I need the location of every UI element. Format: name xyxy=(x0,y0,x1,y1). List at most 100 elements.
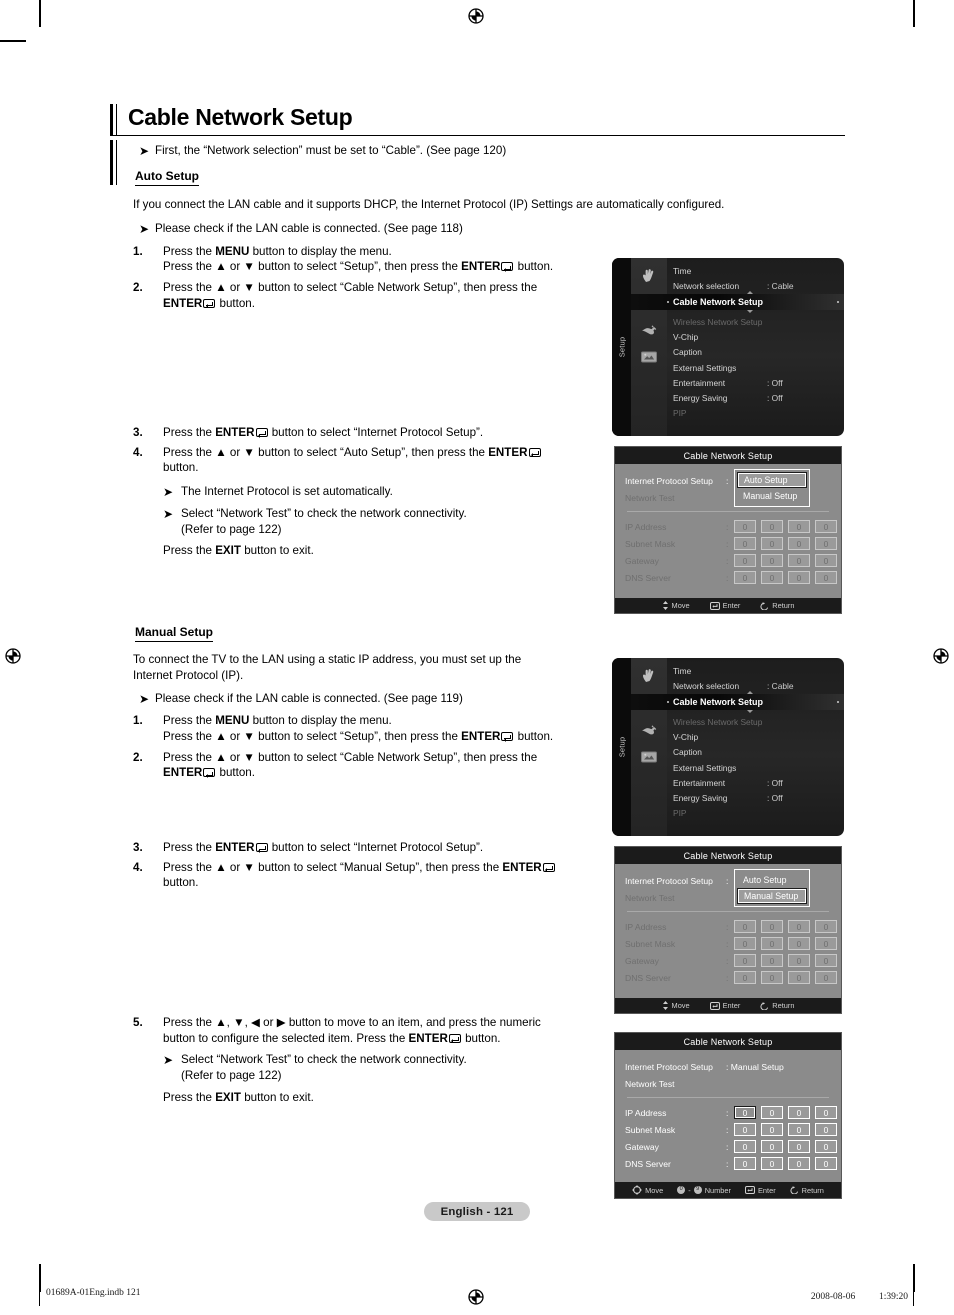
octet-input[interactable]: 0 xyxy=(788,937,810,950)
octet-input[interactable]: 0 xyxy=(788,1140,810,1153)
osd-menu-item-time[interactable]: Time xyxy=(667,263,844,278)
osd-menu-item-cable-network-setup[interactable]: Cable Network Setup xyxy=(631,294,844,311)
octet-input-focused[interactable]: 0 xyxy=(734,1106,756,1119)
osd-menu-item-time[interactable]: Time xyxy=(667,663,844,678)
popup-option-manual-setup[interactable]: Manual Setup xyxy=(737,888,807,904)
octet-input[interactable]: 0 xyxy=(761,1123,783,1136)
octet-input[interactable]: 0 xyxy=(761,920,783,933)
octet-input[interactable]: 0 xyxy=(761,1157,783,1170)
octet-input[interactable]: 0 xyxy=(815,554,837,567)
octet-input[interactable]: 0 xyxy=(734,937,756,950)
octet-input[interactable]: 0 xyxy=(761,537,783,550)
octet-input[interactable]: 0 xyxy=(788,954,810,967)
octet-input[interactable]: 0 xyxy=(734,1157,756,1170)
octet-input[interactable]: 0 xyxy=(761,1140,783,1153)
octet-input[interactable]: 0 xyxy=(761,954,783,967)
footer-enter[interactable]: Enter xyxy=(744,1186,776,1195)
octet-input[interactable]: 0 xyxy=(788,1157,810,1170)
osd-menu-item-pip[interactable]: PIP xyxy=(667,406,844,421)
octet-input[interactable]: 0 xyxy=(815,954,837,967)
osd-menu-item-network-selection[interactable]: Network selection : Cable xyxy=(667,278,844,293)
octet-input[interactable]: 0 xyxy=(734,1123,756,1136)
octet-input[interactable]: 0 xyxy=(734,554,756,567)
osd-menu-item-pip[interactable]: PIP xyxy=(667,806,844,821)
osd-row-subnet-mask[interactable]: Subnet Mask : 0 0 0 0 xyxy=(625,535,837,552)
octet-input[interactable]: 0 xyxy=(815,1140,837,1153)
octet-input[interactable]: 0 xyxy=(761,571,783,584)
octet-input[interactable]: 0 xyxy=(788,920,810,933)
octet-input[interactable]: 0 xyxy=(815,537,837,550)
osd-row-gateway[interactable]: Gateway : 0 0 0 0 xyxy=(625,952,837,969)
osd-row-gateway[interactable]: Gateway : 0 0 0 0 xyxy=(625,1138,837,1155)
octet-input[interactable]: 0 xyxy=(788,1123,810,1136)
octet-input[interactable]: 0 xyxy=(734,954,756,967)
osd-dialog-body: Auto Setup Manual Setup Internet Protoco… xyxy=(615,464,841,598)
octet-input[interactable]: 0 xyxy=(815,571,837,584)
osd-menu-item-energy-saving[interactable]: Energy Saving : Off xyxy=(667,390,844,405)
osd-menu-item-external-settings[interactable]: External Settings xyxy=(667,760,844,775)
osd-row-ip-address[interactable]: IP Address : 0 0 0 0 xyxy=(625,1104,837,1121)
octet-input[interactable]: 0 xyxy=(788,971,810,984)
octet-input[interactable]: 0 xyxy=(734,571,756,584)
octet-input[interactable]: 0 xyxy=(761,520,783,533)
octet-input[interactable]: 0 xyxy=(815,1106,837,1119)
popup-option-manual-setup[interactable]: Manual Setup xyxy=(737,488,807,504)
osd-row-dns-server[interactable]: DNS Server : 0 0 0 0 xyxy=(625,569,837,586)
osd-menu-item-entertainment[interactable]: Entertainment : Off xyxy=(667,375,844,390)
footer-number[interactable]: 0 - 9 Number xyxy=(677,1186,731,1195)
osd-menu-item-external-settings[interactable]: External Settings xyxy=(667,360,844,375)
osd-row-dns-server[interactable]: DNS Server : 0 0 0 0 xyxy=(625,969,837,986)
octet-input[interactable]: 0 xyxy=(815,1123,837,1136)
octet-input[interactable]: 0 xyxy=(815,1157,837,1170)
osd-menu-item-v-chip[interactable]: V-Chip xyxy=(667,330,844,345)
osd-menu-item-wireless-network-setup[interactable]: Wireless Network Setup xyxy=(667,714,844,729)
manual-step-1d: button. xyxy=(514,730,554,744)
footer-return[interactable]: Return xyxy=(760,1001,794,1010)
octet-input[interactable]: 0 xyxy=(815,920,837,933)
octet-input[interactable]: 0 xyxy=(734,971,756,984)
osd-row-dns-server[interactable]: DNS Server : 0 0 0 0 xyxy=(625,1155,837,1172)
footer-return[interactable]: Return xyxy=(790,1186,824,1195)
osd-menu-item-network-selection[interactable]: Network selection : Cable xyxy=(667,678,844,693)
osd-menu-item-energy-saving[interactable]: Energy Saving : Off xyxy=(667,790,844,805)
hand-icon xyxy=(638,267,660,285)
octet-input[interactable]: 0 xyxy=(761,937,783,950)
osd-menu-item-caption[interactable]: Caption xyxy=(667,745,844,760)
osd-row-internet-protocol-setup[interactable]: Internet Protocol Setup : Manual Setup xyxy=(625,1058,831,1075)
octet-input[interactable]: 0 xyxy=(815,971,837,984)
osd-row-gateway[interactable]: Gateway : 0 0 0 0 xyxy=(625,552,837,569)
popup-option-auto-setup[interactable]: Auto Setup xyxy=(737,472,807,488)
footer-move[interactable]: Move xyxy=(662,601,690,610)
osd-row-ip-address[interactable]: IP Address : 0 0 0 0 xyxy=(625,918,837,935)
popup-option-auto-setup[interactable]: Auto Setup xyxy=(737,872,807,888)
footer-move[interactable]: Move xyxy=(662,1001,690,1010)
octet-input[interactable]: 0 xyxy=(788,537,810,550)
octet-input[interactable]: 0 xyxy=(761,971,783,984)
footer-return[interactable]: Return xyxy=(760,601,794,610)
osd-menu-item-v-chip[interactable]: V-Chip xyxy=(667,730,844,745)
footer-enter[interactable]: Enter xyxy=(709,1001,740,1010)
footer-enter[interactable]: Enter xyxy=(709,601,740,610)
octet-input[interactable]: 0 xyxy=(761,1106,783,1119)
octet-input[interactable]: 0 xyxy=(788,520,810,533)
octet-input[interactable]: 0 xyxy=(815,937,837,950)
osd-menu-item-entertainment[interactable]: Entertainment : Off xyxy=(667,775,844,790)
octet-input[interactable]: 0 xyxy=(761,554,783,567)
octet-input[interactable]: 0 xyxy=(788,1106,810,1119)
osd-menu-item-caption[interactable]: Caption xyxy=(667,345,844,360)
popup-option-label: Auto Setup xyxy=(743,875,787,885)
osd-row-network-test[interactable]: Network Test xyxy=(625,1075,831,1092)
osd-row-ip-address[interactable]: IP Address : 0 0 0 0 xyxy=(625,518,837,535)
octet-input[interactable]: 0 xyxy=(788,571,810,584)
osd-menu-item-wireless-network-setup[interactable]: Wireless Network Setup xyxy=(667,314,844,329)
octet-input[interactable]: 0 xyxy=(788,554,810,567)
octet-input[interactable]: 0 xyxy=(734,537,756,550)
osd-menu-item-cable-network-setup[interactable]: Cable Network Setup xyxy=(631,694,844,711)
osd-row-subnet-mask[interactable]: Subnet Mask : 0 0 0 0 xyxy=(625,935,837,952)
octet-input[interactable]: 0 xyxy=(734,520,756,533)
octet-input[interactable]: 0 xyxy=(815,520,837,533)
footer-move[interactable]: Move xyxy=(632,1185,663,1195)
octet-input[interactable]: 0 xyxy=(734,1140,756,1153)
osd-row-subnet-mask[interactable]: Subnet Mask : 0 0 0 0 xyxy=(625,1121,837,1138)
octet-input[interactable]: 0 xyxy=(734,920,756,933)
